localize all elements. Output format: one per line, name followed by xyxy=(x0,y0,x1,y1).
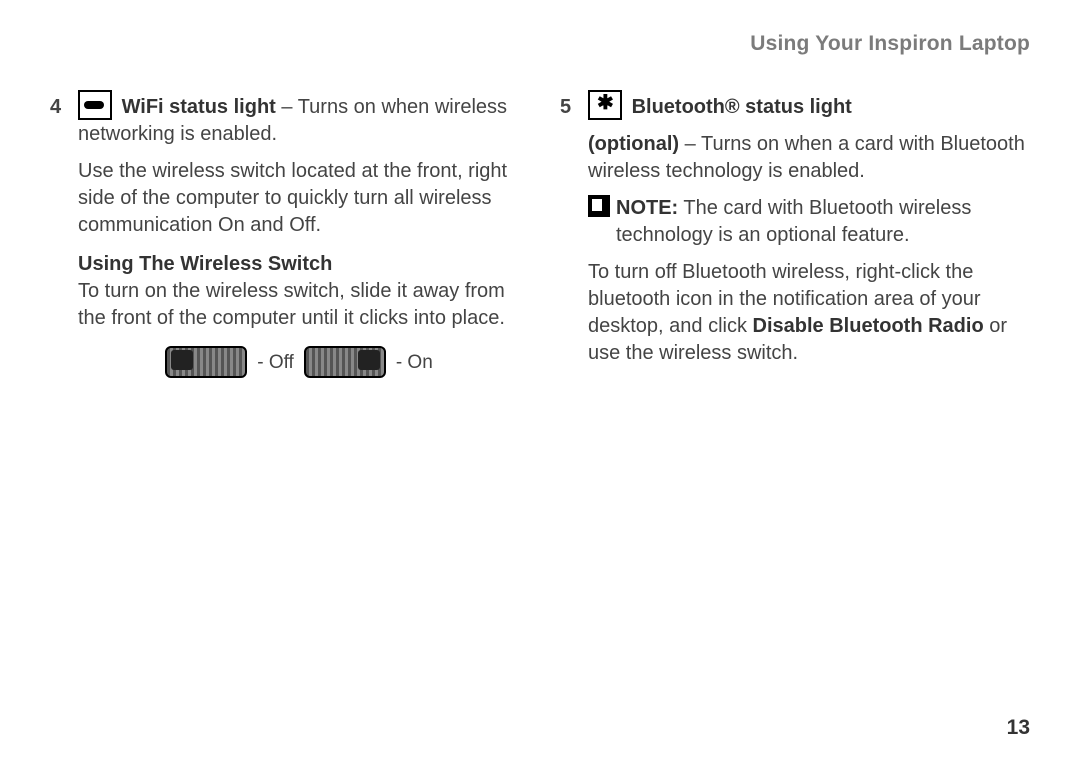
switch-illustration: - Off - On xyxy=(78,346,520,378)
switch-on-label: - On xyxy=(396,350,433,376)
bt-optional-bold: (optional) xyxy=(588,133,679,155)
item-body: WiFi status light – Turns on when wirele… xyxy=(78,90,520,378)
wireless-switch-heading: Using The Wireless Switch xyxy=(78,251,520,278)
bt-optional-line: (optional) – Turns on when a card with B… xyxy=(588,131,1030,185)
switch-off-label: - Off xyxy=(257,350,294,376)
bluetooth-icon xyxy=(588,90,622,120)
wifi-intro: WiFi status light – Turns on when wirele… xyxy=(78,90,520,148)
note-bold: NOTE: xyxy=(616,197,678,219)
item-5: 5 Bluetooth® status light (optional) – T… xyxy=(560,90,1030,377)
note-icon xyxy=(588,195,610,217)
bt-title: Bluetooth® status light xyxy=(632,96,852,118)
item-4: 4 WiFi status light – Turns on when wire… xyxy=(50,90,520,378)
note-text: NOTE: The card with Bluetooth wireless t… xyxy=(616,195,1030,249)
note-row: NOTE: The card with Bluetooth wireless t… xyxy=(588,195,1030,249)
content-columns: 4 WiFi status light – Turns on when wire… xyxy=(50,90,1030,378)
manual-page: Using Your Inspiron Laptop 4 WiFi status… xyxy=(0,0,1080,766)
bt-para2: To turn off Bluetooth wireless, right-cl… xyxy=(588,259,1030,367)
wifi-para2: Use the wireless switch located at the f… xyxy=(78,158,520,239)
left-column: 4 WiFi status light – Turns on when wire… xyxy=(50,90,520,378)
bt-title-line: Bluetooth® status light xyxy=(588,90,1030,121)
wifi-title: WiFi status light xyxy=(122,96,276,118)
item-number: 5 xyxy=(560,90,588,377)
wifi-para3: To turn on the wireless switch, slide it… xyxy=(78,278,520,332)
right-column: 5 Bluetooth® status light (optional) – T… xyxy=(560,90,1030,378)
item-body: Bluetooth® status light (optional) – Tur… xyxy=(588,90,1030,377)
wifi-icon xyxy=(78,90,112,120)
page-header: Using Your Inspiron Laptop xyxy=(50,30,1030,58)
page-number: 13 xyxy=(1007,714,1030,742)
bt-para2b: Disable Bluetooth Radio xyxy=(753,315,984,337)
switch-on-graphic xyxy=(304,346,386,378)
switch-off-graphic xyxy=(165,346,247,378)
item-number: 4 xyxy=(50,90,78,378)
